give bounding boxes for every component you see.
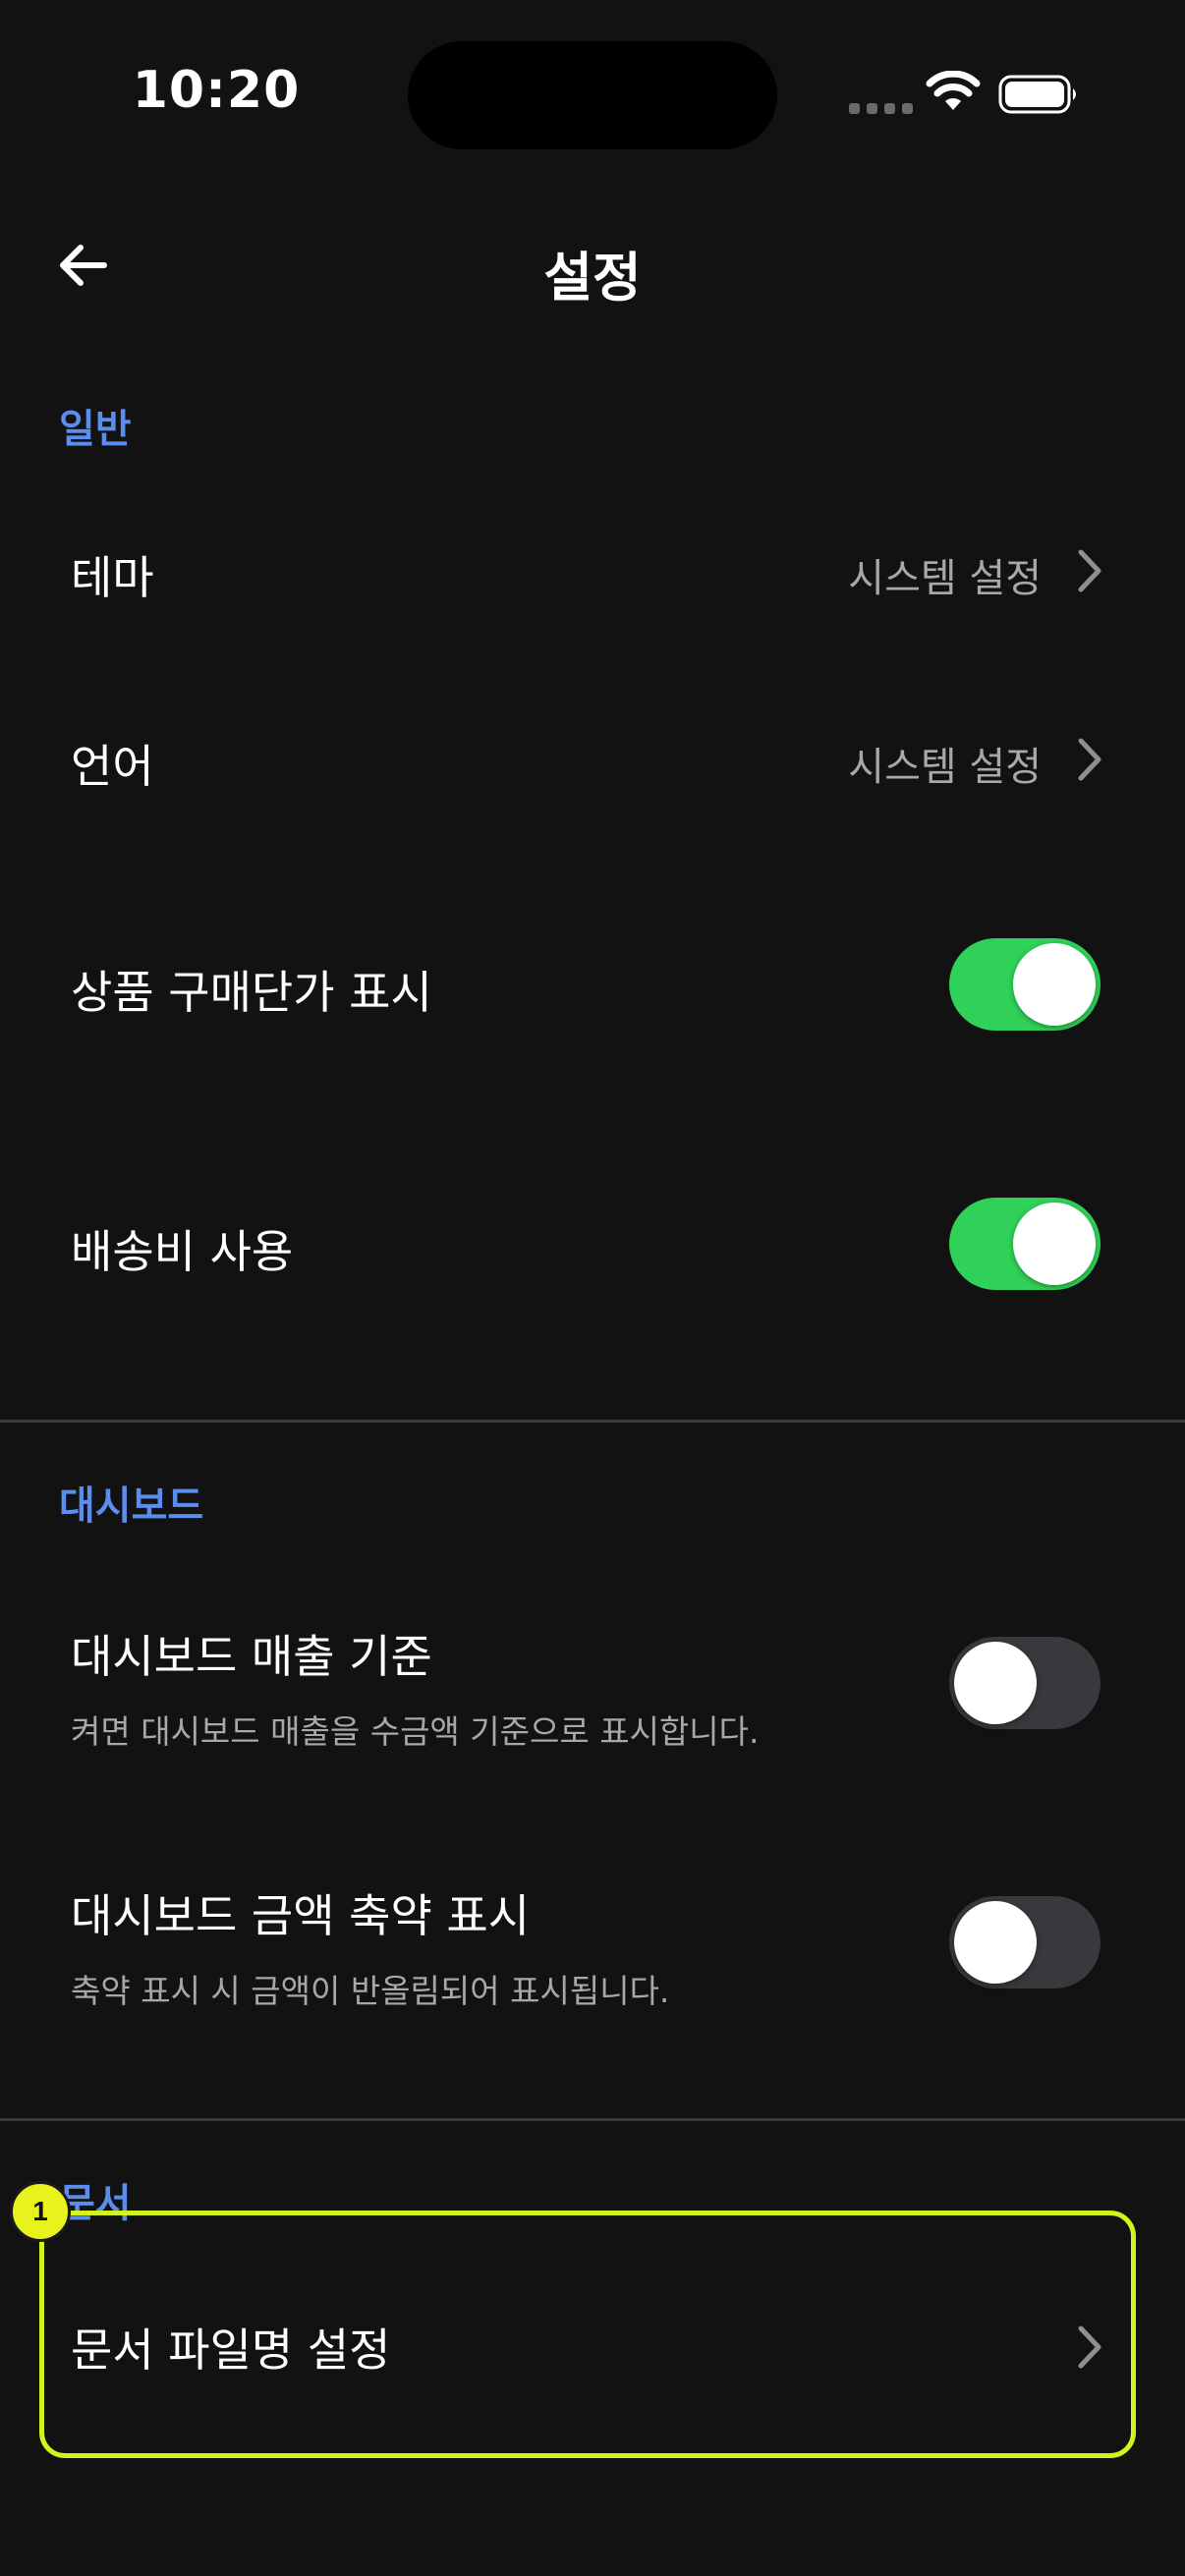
- dashboard-abbreviate-amount-label: 대시보드 금액 축약 표시: [71, 1889, 531, 1942]
- dashboard-sales-basis-description: 켜면 대시보드 매출을 수금액 기준으로 표시합니다.: [71, 1712, 760, 1751]
- wifi-icon: [926, 71, 981, 110]
- document-filename-settings-label: 문서 파일명 설정: [71, 2324, 391, 2377]
- section-header-documents: 문서: [59, 2181, 132, 2226]
- cellular-signal-icon: [849, 103, 913, 114]
- annotation-badge: 1: [10, 2181, 71, 2242]
- page-title: 설정: [543, 247, 642, 308]
- language-label: 언어: [71, 740, 154, 793]
- language-value: 시스템 설정: [848, 745, 1042, 790]
- theme-value: 시스템 설정: [848, 556, 1042, 601]
- section-header-dashboard: 대시보드: [59, 1484, 204, 1529]
- document-filename-settings-row[interactable]: 문서 파일명 설정: [0, 2279, 1185, 2417]
- toggle-knob: [954, 1901, 1037, 1984]
- dashboard-sales-basis-row: 대시보드 매출 기준 켜면 대시보드 매출을 수금액 기준으로 표시합니다.: [0, 1611, 1185, 1751]
- toggle-knob: [954, 1642, 1037, 1724]
- chevron-right-icon: [1078, 738, 1101, 781]
- language-row[interactable]: 언어 시스템 설정: [0, 700, 1185, 817]
- chevron-right-icon: [1078, 549, 1101, 592]
- dashboard-abbreviate-amount-toggle[interactable]: [949, 1896, 1100, 1988]
- dynamic-island: [408, 41, 777, 149]
- status-bar: 10:20: [0, 0, 1185, 196]
- use-shipping-fee-toggle[interactable]: [949, 1198, 1100, 1290]
- section-divider: [0, 2118, 1185, 2121]
- battery-icon: [998, 75, 1076, 114]
- theme-label: 테마: [71, 551, 154, 604]
- theme-row[interactable]: 테마 시스템 설정: [0, 511, 1185, 629]
- dashboard-abbreviate-amount-description: 축약 표시 시 금액이 반올림되어 표시됩니다.: [71, 1972, 670, 2010]
- dashboard-sales-basis-label: 대시보드 매출 기준: [71, 1630, 432, 1683]
- toggle-knob: [1013, 943, 1096, 1026]
- dashboard-sales-basis-toggle[interactable]: [949, 1637, 1100, 1729]
- use-shipping-fee-row: 배송비 사용: [0, 1183, 1185, 1305]
- navigation-bar: 설정: [0, 196, 1185, 334]
- section-header-general: 일반: [59, 407, 132, 452]
- dashboard-abbreviate-amount-row: 대시보드 금액 축약 표시 축약 표시 시 금액이 반올림되어 표시됩니다.: [0, 1871, 1185, 2010]
- toggle-knob: [1013, 1203, 1096, 1285]
- show-purchase-price-row: 상품 구매단가 표시: [0, 924, 1185, 1045]
- chevron-right-icon: [1078, 2325, 1101, 2369]
- show-purchase-price-toggle[interactable]: [949, 938, 1100, 1031]
- show-purchase-price-label: 상품 구매단가 표시: [71, 966, 432, 1019]
- status-time: 10:20: [132, 61, 301, 120]
- section-divider: [0, 1420, 1185, 1423]
- use-shipping-fee-label: 배송비 사용: [71, 1225, 294, 1278]
